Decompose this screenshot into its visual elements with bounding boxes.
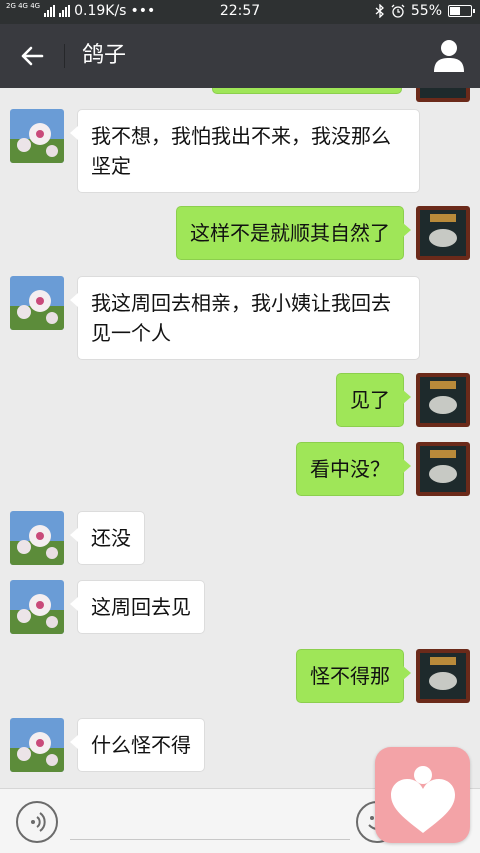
avatar-contact[interactable]	[10, 276, 64, 330]
avatar-self[interactable]	[416, 373, 470, 427]
person-icon[interactable]	[432, 38, 466, 74]
message-bubble-partial	[212, 88, 402, 94]
avatar-self[interactable]	[416, 442, 470, 496]
message-bubble-outgoing[interactable]: 看中没？	[296, 442, 411, 496]
flower-avatar-image	[10, 109, 64, 163]
flower-avatar-image	[10, 511, 64, 565]
battery-icon	[448, 5, 475, 17]
floating-widget[interactable]	[375, 747, 470, 843]
avatar-contact[interactable]	[10, 109, 64, 163]
voice-icon	[31, 812, 46, 832]
header-divider	[64, 44, 65, 68]
avatar-self[interactable]	[416, 206, 470, 260]
avatar-self[interactable]	[416, 649, 470, 703]
avatar-contact[interactable]	[10, 718, 64, 772]
avatar-image	[416, 649, 470, 703]
status-bar: 2G 4G 4G 0.19K/s ••• 22:57 55%	[0, 0, 480, 24]
message-bubble-outgoing[interactable]: 这样不是就顺其自然了	[176, 206, 411, 260]
bluetooth-icon	[375, 4, 384, 18]
avatar-image	[416, 442, 470, 496]
avatar-image	[416, 373, 470, 427]
status-right: 55%	[375, 3, 475, 19]
message-bubble-incoming[interactable]: 我不想，我怕我出不来，我没那么坚定	[70, 109, 420, 193]
alarm-icon	[391, 4, 405, 18]
message-input[interactable]	[70, 839, 350, 840]
message-bubble-incoming[interactable]: 什么怪不得	[70, 718, 205, 772]
chat-title: 鸽子	[82, 43, 127, 68]
message-bubble-incoming[interactable]: 还没	[70, 511, 145, 565]
back-arrow-icon[interactable]	[16, 40, 48, 72]
message-bubble-incoming[interactable]: 这周回去见	[70, 580, 205, 634]
avatar-contact[interactable]	[10, 580, 64, 634]
avatar-image	[416, 206, 470, 260]
avatar-self[interactable]	[416, 88, 470, 102]
message-bubble-outgoing[interactable]: 怪不得那	[296, 649, 411, 703]
flower-avatar-image	[10, 276, 64, 330]
voice-button[interactable]	[16, 801, 58, 843]
message-bubble-outgoing[interactable]: 见了	[336, 373, 411, 427]
battery-fill	[450, 7, 461, 15]
avatar-image	[416, 88, 470, 102]
avatar-contact[interactable]	[10, 511, 64, 565]
flower-avatar-image	[10, 580, 64, 634]
message-list[interactable]: 我不想，我怕我出不来，我没那么坚定 这样不是就顺其自然了 我这周回去相亲，我小姨…	[0, 88, 480, 788]
flower-avatar-image	[10, 718, 64, 772]
message-bubble-incoming[interactable]: 我这周回去相亲，我小姨让我回去见一个人	[70, 276, 420, 360]
heart-person-icon	[391, 766, 455, 833]
chat-header: 鸽子	[0, 24, 480, 88]
battery-percent: 55%	[410, 3, 442, 19]
